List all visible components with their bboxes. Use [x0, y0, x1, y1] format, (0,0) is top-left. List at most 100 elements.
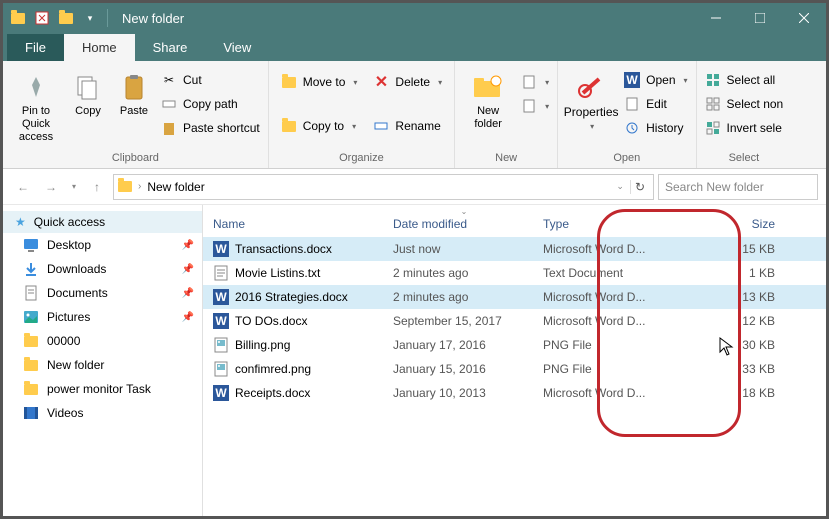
qat-folder-icon[interactable] — [7, 7, 29, 29]
file-date: January 15, 2016 — [389, 361, 539, 377]
column-date-modified[interactable]: Date modified⌄ — [389, 215, 539, 233]
copy-button[interactable]: Copy — [65, 67, 111, 122]
file-name: Transactions.docx — [235, 242, 332, 256]
new-folder-button[interactable]: New folder — [459, 67, 517, 135]
up-button[interactable]: ↑ — [85, 175, 109, 199]
recent-button[interactable]: ▾ — [67, 175, 81, 199]
window-title: New folder — [122, 11, 184, 26]
ribbon-group-open: Properties ▾ WOpen▾ Edit History Open — [558, 61, 696, 168]
pin-quick-access-button[interactable]: Pin to Quick access — [7, 67, 65, 149]
word-file-icon: W — [213, 289, 229, 305]
file-row[interactable]: WReceipts.docxJanuary 10, 2013Microsoft … — [203, 381, 826, 405]
file-size: 33 KB — [699, 361, 779, 377]
search-box[interactable]: Search New folder — [658, 174, 818, 200]
history-button[interactable]: History — [620, 117, 691, 139]
paste-shortcut-button[interactable]: Paste shortcut — [157, 117, 264, 139]
move-to-icon — [281, 74, 297, 90]
sidebar-item-downloads[interactable]: Downloads📌 — [3, 257, 202, 281]
ribbon-group-clipboard: Pin to Quick access Copy Paste ✂Cut Copy… — [3, 61, 269, 168]
file-row[interactable]: WTO DOs.docxSeptember 15, 2017Microsoft … — [203, 309, 826, 333]
title-bar: ▾ New folder — [3, 3, 826, 33]
sidebar-item-new-folder[interactable]: New folder — [3, 353, 202, 377]
sidebar-item-desktop[interactable]: Desktop📌 — [3, 233, 202, 257]
new-folder-icon — [472, 71, 504, 103]
history-icon — [624, 120, 640, 136]
select-all-icon — [705, 72, 721, 88]
refresh-button[interactable]: ↻ — [630, 180, 649, 194]
word-file-icon: W — [213, 241, 229, 257]
folder-icon — [23, 333, 39, 349]
file-size: 12 KB — [699, 313, 779, 329]
tab-share[interactable]: Share — [135, 34, 206, 61]
qat-properties-icon[interactable] — [31, 7, 53, 29]
delete-button[interactable]: ✕Delete▾ — [369, 71, 446, 93]
properties-icon — [575, 71, 607, 103]
minimize-button[interactable] — [694, 3, 738, 33]
cut-button[interactable]: ✂Cut — [157, 69, 264, 91]
file-row[interactable]: confimred.pngJanuary 15, 2016PNG File33 … — [203, 357, 826, 381]
sort-chevron-icon: ⌄ — [461, 207, 468, 216]
move-to-button[interactable]: Move to▾ — [277, 71, 362, 93]
sidebar-item-videos[interactable]: Videos — [3, 401, 202, 425]
back-button[interactable]: ← — [11, 175, 35, 199]
new-item-button[interactable]: ▾ — [517, 71, 553, 93]
properties-button[interactable]: Properties ▾ — [562, 67, 620, 137]
close-button[interactable] — [782, 3, 826, 33]
select-none-button[interactable]: Select non — [701, 93, 788, 115]
select-all-button[interactable]: Select all — [701, 69, 788, 91]
file-type: PNG File — [539, 337, 699, 353]
qat-dropdown-icon[interactable]: ▾ — [79, 7, 101, 29]
file-date: January 17, 2016 — [389, 337, 539, 353]
paste-icon — [118, 71, 150, 103]
desktop-icon — [23, 237, 39, 253]
rename-button[interactable]: Rename — [369, 115, 446, 137]
file-date: 2 minutes ago — [389, 289, 539, 305]
paste-button[interactable]: Paste — [111, 67, 157, 122]
maximize-button[interactable] — [738, 3, 782, 33]
svg-text:W: W — [215, 290, 227, 304]
star-icon: ★ — [15, 215, 26, 229]
downloads-icon — [23, 261, 39, 277]
videos-icon — [23, 405, 39, 421]
invert-selection-button[interactable]: Invert sele — [701, 117, 788, 139]
qat-new-folder-icon[interactable] — [55, 7, 77, 29]
svg-text:W: W — [215, 386, 227, 400]
shortcut-icon — [161, 120, 177, 136]
address-box[interactable]: › New folder ⌄ ↻ — [113, 174, 654, 200]
file-name: Movie Listins.txt — [235, 266, 320, 280]
column-type[interactable]: Type — [539, 215, 699, 233]
copy-path-button[interactable]: Copy path — [157, 93, 264, 115]
svg-text:W: W — [215, 314, 227, 328]
column-name[interactable]: Name — [209, 215, 389, 233]
svg-text:W: W — [215, 242, 227, 256]
forward-button[interactable]: → — [39, 175, 63, 199]
address-bar: ← → ▾ ↑ › New folder ⌄ ↻ Search New fold… — [3, 169, 826, 205]
copy-to-button[interactable]: Copy to▾ — [277, 115, 362, 137]
sidebar-item-documents[interactable]: Documents📌 — [3, 281, 202, 305]
file-date: September 15, 2017 — [389, 313, 539, 329]
sidebar-item-00000[interactable]: 00000 — [3, 329, 202, 353]
column-size[interactable]: Size — [699, 215, 779, 233]
word-file-icon: W — [213, 313, 229, 329]
navigation-pane: ★ Quick access Desktop📌Downloads📌Documen… — [3, 205, 203, 516]
folder-icon — [23, 381, 39, 397]
tab-view[interactable]: View — [205, 34, 269, 61]
tab-file[interactable]: File — [7, 34, 64, 61]
file-row[interactable]: Billing.pngJanuary 17, 2016PNG File30 KB — [203, 333, 826, 357]
word-icon: W — [624, 72, 640, 88]
ribbon: Pin to Quick access Copy Paste ✂Cut Copy… — [3, 61, 826, 169]
sidebar-quick-access[interactable]: ★ Quick access — [3, 211, 202, 233]
easy-access-icon — [521, 98, 537, 114]
file-row[interactable]: W2016 Strategies.docx2 minutes agoMicros… — [203, 285, 826, 309]
edit-button[interactable]: Edit — [620, 93, 691, 115]
file-row[interactable]: Movie Listins.txt2 minutes agoText Docum… — [203, 261, 826, 285]
open-button[interactable]: WOpen▾ — [620, 69, 691, 91]
file-row[interactable]: WTransactions.docxJust nowMicrosoft Word… — [203, 237, 826, 261]
sidebar-item-power-monitor-task[interactable]: power monitor Task — [3, 377, 202, 401]
file-date: 2 minutes ago — [389, 265, 539, 281]
sidebar-item-pictures[interactable]: Pictures📌 — [3, 305, 202, 329]
tab-home[interactable]: Home — [64, 34, 135, 61]
scissors-icon: ✂ — [161, 72, 177, 88]
easy-access-button[interactable]: ▾ — [517, 95, 553, 117]
pin-icon: 📌 — [182, 240, 194, 251]
